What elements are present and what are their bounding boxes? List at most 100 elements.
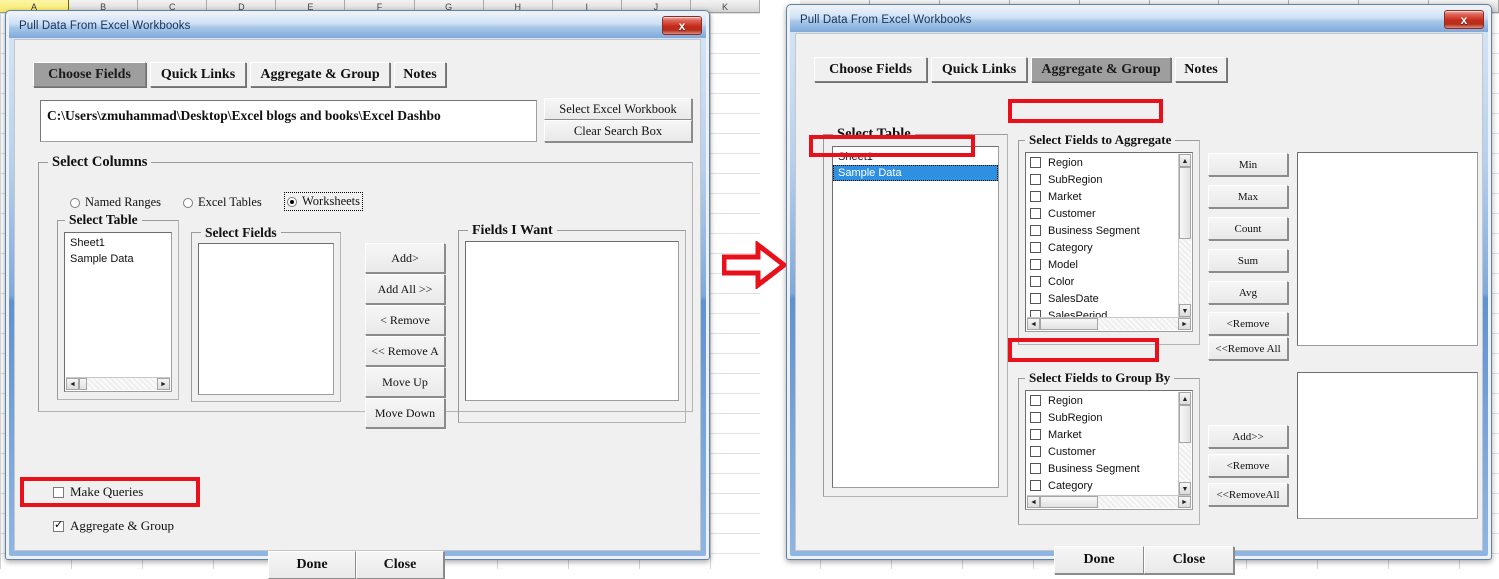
checkbox-icon[interactable] <box>1030 242 1041 253</box>
list-item[interactable]: Sample Data <box>65 251 171 267</box>
list-item[interactable]: Business Segment <box>1026 460 1178 477</box>
tab-aggregate-group[interactable]: Aggregate & Group <box>250 62 390 87</box>
groupby-fields-listbox[interactable]: Region SubRegion Market Customer Busines… <box>1025 390 1193 510</box>
max-button[interactable]: Max <box>1208 185 1288 208</box>
scroll-thumb[interactable] <box>1179 405 1191 443</box>
add-button[interactable]: Add> <box>365 243 445 273</box>
scroll-left-icon[interactable]: ◄ <box>66 378 79 390</box>
tab-notes[interactable]: Notes <box>1175 57 1227 82</box>
list-item[interactable]: SubRegion <box>1026 409 1178 426</box>
checkbox-icon[interactable] <box>1030 208 1041 219</box>
list-item[interactable]: Color <box>1026 273 1178 290</box>
scroll-thumb[interactable] <box>79 378 87 390</box>
list-item[interactable]: Market <box>1026 426 1178 443</box>
fields-i-want-listbox[interactable] <box>465 241 679 401</box>
scroll-track[interactable] <box>1098 318 1178 330</box>
select-table-listbox[interactable]: Sheet1 Sample Data <box>832 146 999 488</box>
select-excel-workbook-button[interactable]: Select Excel Workbook <box>544 98 692 120</box>
scroll-down-icon[interactable]: ▼ <box>1179 482 1191 495</box>
add-groupby-button[interactable]: Add>> <box>1208 425 1288 448</box>
add-all-button[interactable]: Add All >> <box>365 274 445 304</box>
select-table-listbox[interactable]: Sheet1 Sample Data ◄ ► <box>64 232 172 392</box>
scroll-left-icon[interactable]: ◄ <box>1027 318 1040 330</box>
groupby-vscrollbar[interactable]: ▲ ▼ <box>1178 392 1191 495</box>
radio-excel-tables[interactable]: Excel Tables <box>183 195 262 210</box>
aggregate-hscrollbar[interactable]: ◄ ► <box>1027 317 1191 330</box>
list-item[interactable]: Sample Data <box>833 165 998 181</box>
aggregate-fields-listbox[interactable]: Region SubRegion Market Customer Busines… <box>1025 152 1193 332</box>
scroll-down-icon[interactable]: ▼ <box>1179 304 1191 317</box>
list-item[interactable]: Market <box>1026 188 1178 205</box>
scroll-track[interactable] <box>87 378 157 390</box>
checkbox-icon[interactable] <box>1030 293 1041 304</box>
close-icon[interactable]: x <box>1444 10 1484 29</box>
tab-aggregate-group[interactable]: Aggregate & Group <box>1031 57 1171 82</box>
min-button[interactable]: Min <box>1208 153 1288 176</box>
checkbox-icon[interactable] <box>1030 446 1041 457</box>
list-item[interactable]: SalesDate <box>1026 290 1178 307</box>
scroll-track[interactable] <box>1179 239 1191 304</box>
tab-notes[interactable]: Notes <box>394 62 446 87</box>
move-down-button[interactable]: Move Down <box>365 398 445 428</box>
aggregate-result-listbox[interactable] <box>1297 152 1478 346</box>
list-item[interactable]: Category <box>1026 239 1178 256</box>
checkbox-icon[interactable] <box>1030 412 1041 423</box>
remove-button[interactable]: < Remove <box>365 305 445 335</box>
workbook-path-input[interactable]: C:\Users\zmuhammad\Desktop\Excel blogs a… <box>40 100 537 142</box>
checkbox-icon[interactable] <box>1030 429 1041 440</box>
remove-aggregate-button[interactable]: <Remove <box>1208 312 1288 335</box>
checkbox-icon[interactable] <box>1030 225 1041 236</box>
groupby-result-listbox[interactable] <box>1297 372 1478 519</box>
move-up-button[interactable]: Move Up <box>365 367 445 397</box>
list-item[interactable]: Region <box>1026 154 1178 171</box>
scroll-up-icon[interactable]: ▲ <box>1179 154 1191 167</box>
aggregate-vscrollbar[interactable]: ▲ ▼ <box>1178 154 1191 317</box>
scroll-thumb[interactable] <box>1179 167 1191 239</box>
radio-worksheets[interactable]: Worksheets <box>283 192 364 211</box>
done-button[interactable]: Done <box>1054 546 1144 574</box>
scroll-right-icon[interactable]: ► <box>157 378 170 390</box>
checkbox-icon[interactable] <box>1030 191 1041 202</box>
list-item[interactable]: Sheet1 <box>833 149 998 165</box>
make-queries-checkbox[interactable]: Make Queries <box>53 484 143 500</box>
checkbox-icon[interactable] <box>1030 276 1041 287</box>
scroll-thumb[interactable] <box>1040 496 1098 508</box>
checkbox-icon[interactable] <box>1030 174 1041 185</box>
list-item[interactable]: Region <box>1026 392 1178 409</box>
list-item[interactable]: Business Segment <box>1026 222 1178 239</box>
tab-quick-links[interactable]: Quick Links <box>931 57 1027 82</box>
tab-quick-links[interactable]: Quick Links <box>150 62 246 87</box>
avg-button[interactable]: Avg <box>1208 281 1288 304</box>
close-icon[interactable]: x <box>662 16 702 35</box>
checkbox-icon[interactable] <box>1030 157 1041 168</box>
close-button[interactable]: Close <box>356 551 444 579</box>
list-item[interactable]: Model <box>1026 256 1178 273</box>
list-item[interactable]: Category <box>1026 477 1178 494</box>
list-item[interactable]: Sheet1 <box>65 235 171 251</box>
scroll-left-icon[interactable]: ◄ <box>1027 496 1040 508</box>
sum-button[interactable]: Sum <box>1208 249 1288 272</box>
left-dialog-titlebar[interactable]: Pull Data From Excel Workbooks x <box>9 14 706 38</box>
scroll-right-icon[interactable]: ► <box>1178 496 1191 508</box>
remove-groupby-button[interactable]: <Remove <box>1208 454 1288 477</box>
groupby-hscrollbar[interactable]: ◄ ► <box>1027 495 1191 508</box>
checkbox-icon[interactable] <box>1030 259 1041 270</box>
select-table-hscrollbar[interactable]: ◄ ► <box>66 377 170 390</box>
scroll-track[interactable] <box>1179 443 1191 482</box>
checkbox-icon[interactable] <box>1030 480 1041 491</box>
checkbox-icon[interactable] <box>1030 395 1041 406</box>
list-item[interactable]: Customer <box>1026 205 1178 222</box>
tab-choose-fields[interactable]: Choose Fields <box>814 57 927 82</box>
remove-all-groupby-button[interactable]: <<RemoveAll <box>1208 483 1288 506</box>
clear-search-box-button[interactable]: Clear Search Box <box>544 120 692 142</box>
scroll-thumb[interactable] <box>1040 318 1098 330</box>
remove-all-button[interactable]: << Remove A <box>365 336 445 366</box>
scroll-right-icon[interactable]: ► <box>1178 318 1191 330</box>
close-button[interactable]: Close <box>1144 546 1234 574</box>
done-button[interactable]: Done <box>268 551 356 579</box>
scroll-track[interactable] <box>1098 496 1178 508</box>
remove-all-aggregate-button[interactable]: <<Remove All <box>1208 337 1288 360</box>
scroll-up-icon[interactable]: ▲ <box>1179 392 1191 405</box>
list-item[interactable]: Customer <box>1026 443 1178 460</box>
aggregate-group-checkbox[interactable]: Aggregate & Group <box>53 518 174 534</box>
